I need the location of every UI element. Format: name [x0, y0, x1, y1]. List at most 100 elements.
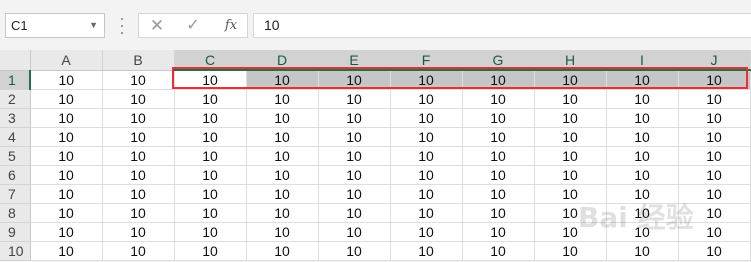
row-header-9[interactable]: 9: [0, 222, 31, 242]
column-header-i[interactable]: I: [606, 50, 679, 71]
cancel-icon[interactable]: ✕: [147, 14, 167, 37]
cell-c6[interactable]: 10: [174, 165, 247, 185]
cell-j4[interactable]: 10: [678, 127, 751, 147]
cell-e4[interactable]: 10: [318, 127, 391, 147]
cell-b3[interactable]: 10: [102, 108, 175, 128]
cell-f3[interactable]: 10: [390, 108, 463, 128]
cell-a2[interactable]: 10: [30, 89, 103, 109]
cell-d6[interactable]: 10: [246, 165, 319, 185]
cell-e1[interactable]: 10: [318, 70, 391, 90]
cell-b8[interactable]: 10: [102, 203, 175, 223]
select-all-corner[interactable]: [0, 50, 31, 71]
cell-c1[interactable]: 10: [174, 70, 247, 90]
cell-e8[interactable]: 10: [318, 203, 391, 223]
insert-function-icon[interactable]: fx: [219, 14, 243, 37]
cell-e5[interactable]: 10: [318, 146, 391, 166]
cell-j1[interactable]: 10: [678, 70, 751, 90]
cell-g10[interactable]: 10: [462, 241, 535, 261]
name-box[interactable]: C1 ▼: [5, 13, 105, 38]
cell-c3[interactable]: 10: [174, 108, 247, 128]
cell-h6[interactable]: 10: [534, 165, 607, 185]
cell-i10[interactable]: 10: [606, 241, 679, 261]
cell-d5[interactable]: 10: [246, 146, 319, 166]
cell-e10[interactable]: 10: [318, 241, 391, 261]
cell-h8[interactable]: 10: [534, 203, 607, 223]
cell-j9[interactable]: 10: [678, 222, 751, 242]
cell-g2[interactable]: 10: [462, 89, 535, 109]
cell-f5[interactable]: 10: [390, 146, 463, 166]
cell-h5[interactable]: 10: [534, 146, 607, 166]
cell-g5[interactable]: 10: [462, 146, 535, 166]
row-header-8[interactable]: 8: [0, 203, 31, 223]
cell-j7[interactable]: 10: [678, 184, 751, 204]
cell-c5[interactable]: 10: [174, 146, 247, 166]
cell-e6[interactable]: 10: [318, 165, 391, 185]
chevron-down-icon[interactable]: ▼: [89, 14, 98, 37]
cell-e7[interactable]: 10: [318, 184, 391, 204]
cell-b10[interactable]: 10: [102, 241, 175, 261]
cell-d10[interactable]: 10: [246, 241, 319, 261]
cell-b5[interactable]: 10: [102, 146, 175, 166]
check-icon[interactable]: ✓: [183, 14, 203, 37]
cell-a9[interactable]: 10: [30, 222, 103, 242]
cell-a8[interactable]: 10: [30, 203, 103, 223]
column-header-f[interactable]: F: [390, 50, 463, 71]
cell-b1[interactable]: 10: [102, 70, 175, 90]
cell-a3[interactable]: 10: [30, 108, 103, 128]
cell-h7[interactable]: 10: [534, 184, 607, 204]
column-header-h[interactable]: H: [534, 50, 607, 71]
cell-g8[interactable]: 10: [462, 203, 535, 223]
cell-h2[interactable]: 10: [534, 89, 607, 109]
cell-b9[interactable]: 10: [102, 222, 175, 242]
cell-i1[interactable]: 10: [606, 70, 679, 90]
cell-f6[interactable]: 10: [390, 165, 463, 185]
cell-j10[interactable]: 10: [678, 241, 751, 261]
cell-i7[interactable]: 10: [606, 184, 679, 204]
cell-j2[interactable]: 10: [678, 89, 751, 109]
cell-e9[interactable]: 10: [318, 222, 391, 242]
column-header-a[interactable]: A: [30, 50, 103, 71]
cell-g7[interactable]: 10: [462, 184, 535, 204]
cell-d1[interactable]: 10: [246, 70, 319, 90]
cell-c4[interactable]: 10: [174, 127, 247, 147]
cell-j8[interactable]: 10: [678, 203, 751, 223]
cell-h1[interactable]: 10: [534, 70, 607, 90]
cell-a4[interactable]: 10: [30, 127, 103, 147]
cell-d2[interactable]: 10: [246, 89, 319, 109]
row-header-5[interactable]: 5: [0, 146, 31, 166]
cell-j5[interactable]: 10: [678, 146, 751, 166]
cell-a5[interactable]: 10: [30, 146, 103, 166]
cell-g4[interactable]: 10: [462, 127, 535, 147]
cell-g6[interactable]: 10: [462, 165, 535, 185]
cell-f7[interactable]: 10: [390, 184, 463, 204]
cell-d3[interactable]: 10: [246, 108, 319, 128]
cell-c8[interactable]: 10: [174, 203, 247, 223]
cell-c10[interactable]: 10: [174, 241, 247, 261]
cell-a10[interactable]: 10: [30, 241, 103, 261]
cell-i2[interactable]: 10: [606, 89, 679, 109]
cell-b4[interactable]: 10: [102, 127, 175, 147]
row-header-4[interactable]: 4: [0, 127, 31, 147]
cell-f4[interactable]: 10: [390, 127, 463, 147]
cell-f1[interactable]: 10: [390, 70, 463, 90]
cell-h10[interactable]: 10: [534, 241, 607, 261]
cell-d4[interactable]: 10: [246, 127, 319, 147]
cell-f8[interactable]: 10: [390, 203, 463, 223]
cell-f9[interactable]: 10: [390, 222, 463, 242]
cell-d8[interactable]: 10: [246, 203, 319, 223]
column-header-b[interactable]: B: [102, 50, 175, 71]
column-header-c[interactable]: C: [174, 50, 247, 71]
cell-i5[interactable]: 10: [606, 146, 679, 166]
row-header-10[interactable]: 10: [0, 241, 31, 261]
cell-j3[interactable]: 10: [678, 108, 751, 128]
row-header-7[interactable]: 7: [0, 184, 31, 204]
cell-g9[interactable]: 10: [462, 222, 535, 242]
column-header-g[interactable]: G: [462, 50, 535, 71]
cell-i4[interactable]: 10: [606, 127, 679, 147]
cell-j6[interactable]: 10: [678, 165, 751, 185]
cell-i9[interactable]: 10: [606, 222, 679, 242]
cell-h9[interactable]: 10: [534, 222, 607, 242]
row-header-3[interactable]: 3: [0, 108, 31, 128]
row-header-6[interactable]: 6: [0, 165, 31, 185]
cell-e2[interactable]: 10: [318, 89, 391, 109]
